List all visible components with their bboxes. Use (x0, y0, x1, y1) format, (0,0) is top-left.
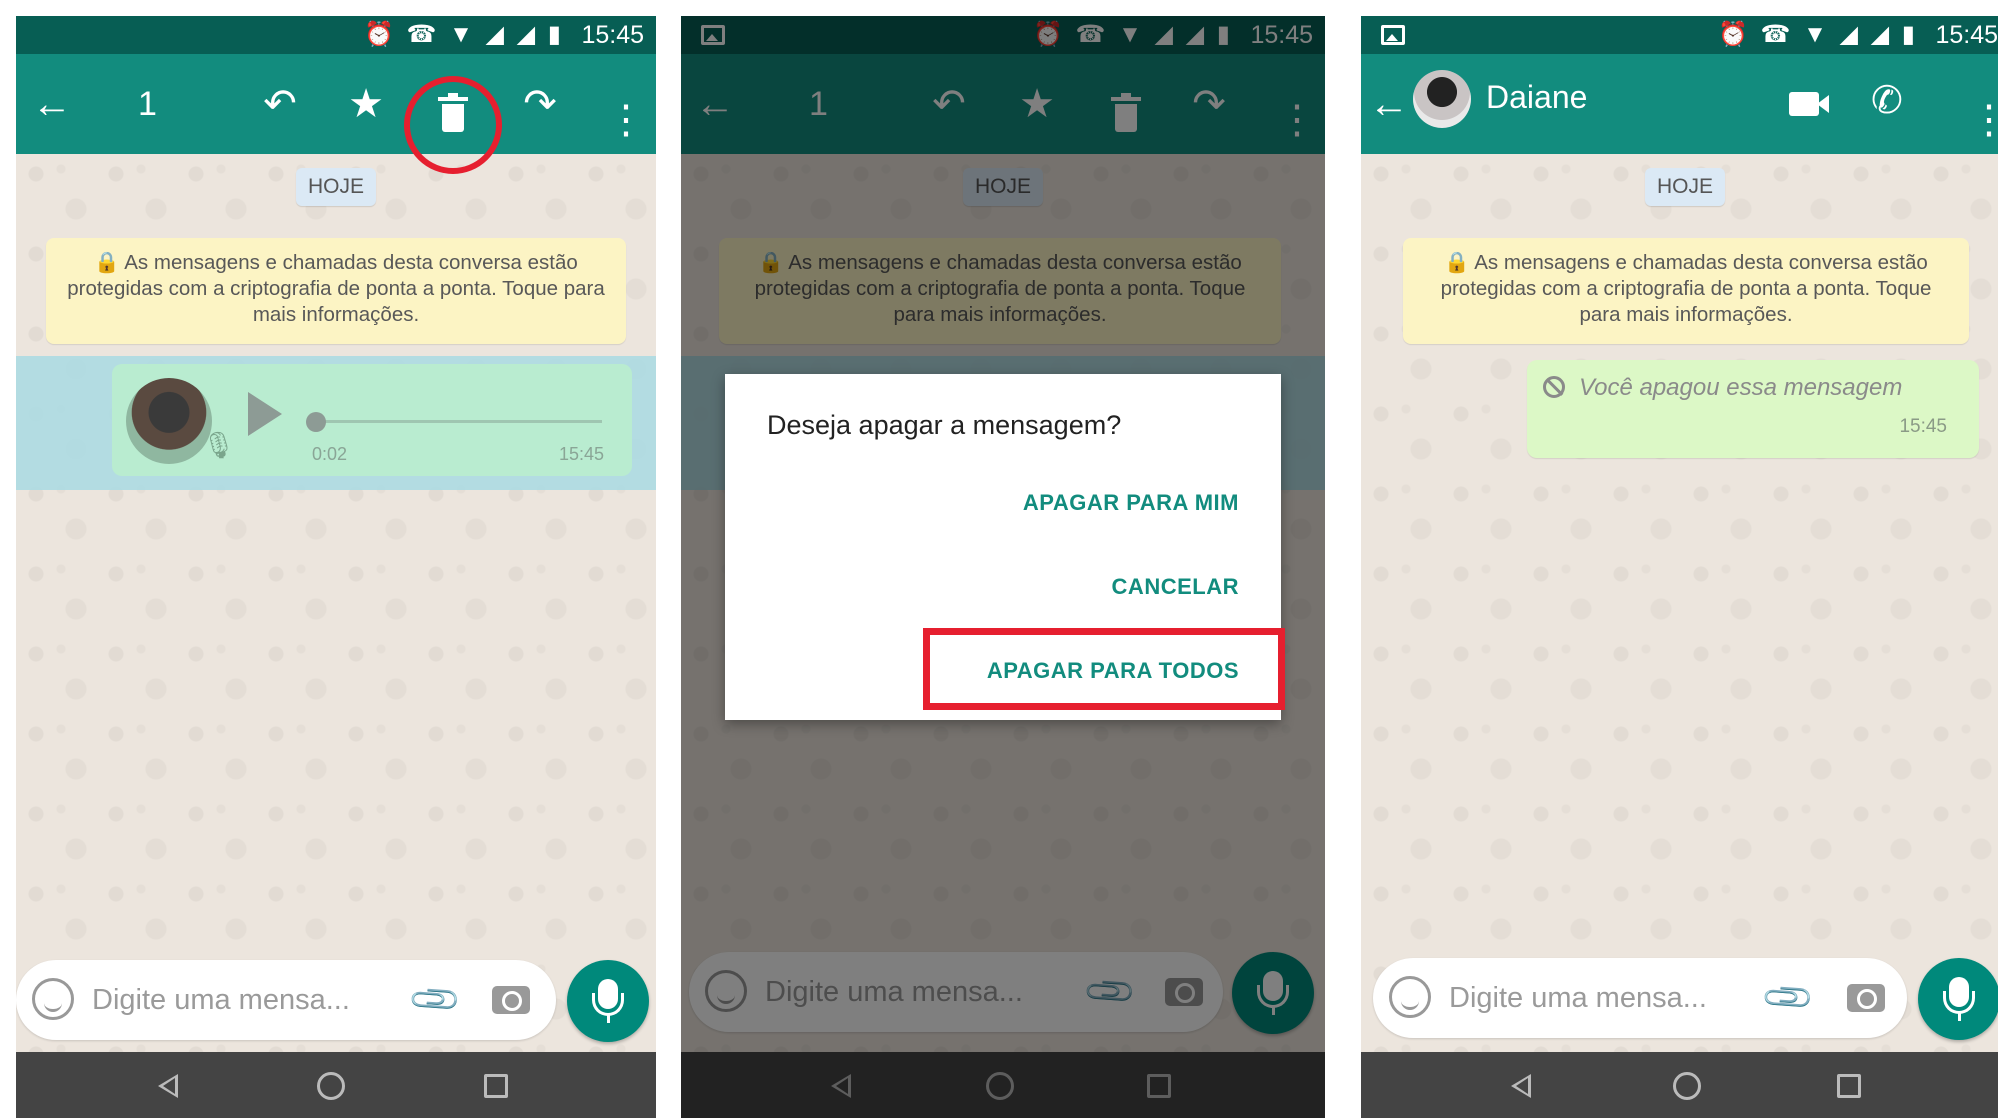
contact-name[interactable]: Daiane (1486, 79, 1587, 116)
phone-icon[interactable]: ✆ (1871, 78, 1903, 123)
play-icon[interactable] (248, 392, 282, 436)
status-bar: ⏰ ☎ ▼ ◢ ◢ ▮ 15:45 (16, 16, 656, 54)
nav-back-icon[interactable] (1511, 1074, 1531, 1098)
deleted-message-text: Você apagou essa mensagem (1579, 374, 1903, 401)
status-icons: ⏰ ☎ ▼ ◢ ◢ ▮ (364, 21, 564, 48)
nav-home-icon[interactable] (317, 1072, 345, 1100)
deleted-message-time: 15:45 (1899, 416, 1947, 437)
chat-header: ← Daiane ✆ ⋮ (1361, 54, 1998, 154)
reply-icon[interactable]: ↶ (252, 76, 308, 132)
deleted-message-bubble[interactable]: Você apagou essa mensagem 15:45 (1527, 360, 1979, 458)
more-vertical-icon[interactable]: ⋮ (1969, 100, 1998, 140)
dialog-title: Deseja apagar a mensagem? (767, 410, 1122, 440)
forward-icon[interactable]: ↷ (512, 76, 568, 132)
screen-message-deleted: ⏰ ☎ ▼ ◢ ◢ ▮ 15:45 ← Daiane ✆ ⋮ HOJE 🔒 As… (1361, 16, 1998, 1118)
voice-progress-track[interactable] (312, 420, 602, 423)
voice-message-bubble[interactable]: 🎙 0:02 15:45 (112, 364, 632, 476)
encryption-notice[interactable]: 🔒 As mensagens e chamadas desta conversa… (1403, 238, 1969, 344)
nav-recents-icon[interactable] (1837, 1074, 1861, 1098)
screen-delete-dialog: ⏰ ☎ ▼ ◢ ◢ ▮ 15:45 ← 1 ↶ ★ ↷ ⋮ HOJE 🔒 As … (681, 16, 1325, 1118)
attach-icon[interactable]: 📎 (406, 971, 464, 1029)
nav-recents-icon[interactable] (484, 1074, 508, 1098)
status-time: 15:45 (581, 21, 644, 49)
camera-icon[interactable] (492, 986, 530, 1014)
attach-icon[interactable]: 📎 (1759, 969, 1817, 1027)
screen-select-message: ⏰ ☎ ▼ ◢ ◢ ▮ 15:45 ← 1 ↶ ★ ↷ ⋮ HOJE 🔒 As … (16, 16, 656, 1118)
emoji-icon[interactable] (1389, 976, 1431, 1018)
contact-avatar[interactable] (1413, 70, 1471, 128)
date-chip: HOJE (296, 168, 376, 206)
delete-dialog: Deseja apagar a mensagem? APAGAR PARA MI… (725, 374, 1285, 720)
more-vertical-icon[interactable]: ⋮ (606, 100, 646, 140)
mic-button[interactable] (1918, 958, 1998, 1040)
microphone-icon (592, 979, 624, 1023)
camera-icon[interactable] (1847, 984, 1885, 1012)
selection-toolbar: ← 1 ↶ ★ ↷ ⋮ (16, 54, 656, 174)
microphone-icon (1943, 977, 1975, 1021)
back-arrow-icon[interactable]: ← (1361, 76, 1417, 132)
message-input-bar[interactable]: Digite uma mensa... 📎 (1373, 958, 1907, 1038)
mic-small-icon: 🎙 (202, 430, 236, 460)
gallery-notification-icon (1381, 25, 1405, 45)
ban-icon (1543, 376, 1565, 398)
nav-back-icon[interactable] (158, 1074, 178, 1098)
voice-progress-handle[interactable] (306, 412, 326, 432)
voice-timestamp: 15:45 (558, 444, 604, 464)
nav-home-icon[interactable] (1673, 1072, 1701, 1100)
delete-highlight-circle (404, 76, 502, 174)
selected-count: 1 (138, 85, 157, 123)
delete-for-me-button[interactable]: APAGAR PARA MIM (1023, 490, 1239, 516)
video-call-icon[interactable] (1789, 92, 1829, 116)
android-nav-bar (1361, 1052, 1998, 1118)
date-chip: HOJE (1645, 168, 1725, 206)
emoji-icon[interactable] (32, 978, 74, 1020)
status-bar: ⏰ ☎ ▼ ◢ ◢ ▮ 15:45 (1361, 16, 1998, 54)
cancel-button[interactable]: CANCELAR (1112, 574, 1239, 600)
status-icons: ⏰ ☎ ▼ ◢ ◢ ▮ (1718, 21, 1918, 48)
mic-button[interactable] (567, 960, 649, 1042)
message-input-bar[interactable]: Digite uma mensa... 📎 (16, 960, 556, 1040)
voice-duration: 0:02 (312, 444, 348, 464)
star-icon[interactable]: ★ (338, 76, 394, 132)
message-input[interactable]: Digite uma mensa... (92, 960, 350, 1040)
back-arrow-icon[interactable]: ← (24, 76, 80, 132)
android-nav-bar (16, 1052, 656, 1118)
message-input[interactable]: Digite uma mensa... (1449, 958, 1707, 1038)
sender-avatar (126, 378, 212, 464)
status-time: 15:45 (1935, 21, 1998, 49)
encryption-notice[interactable]: 🔒 As mensagens e chamadas desta conversa… (46, 238, 626, 344)
delete-for-all-highlight (923, 628, 1285, 710)
